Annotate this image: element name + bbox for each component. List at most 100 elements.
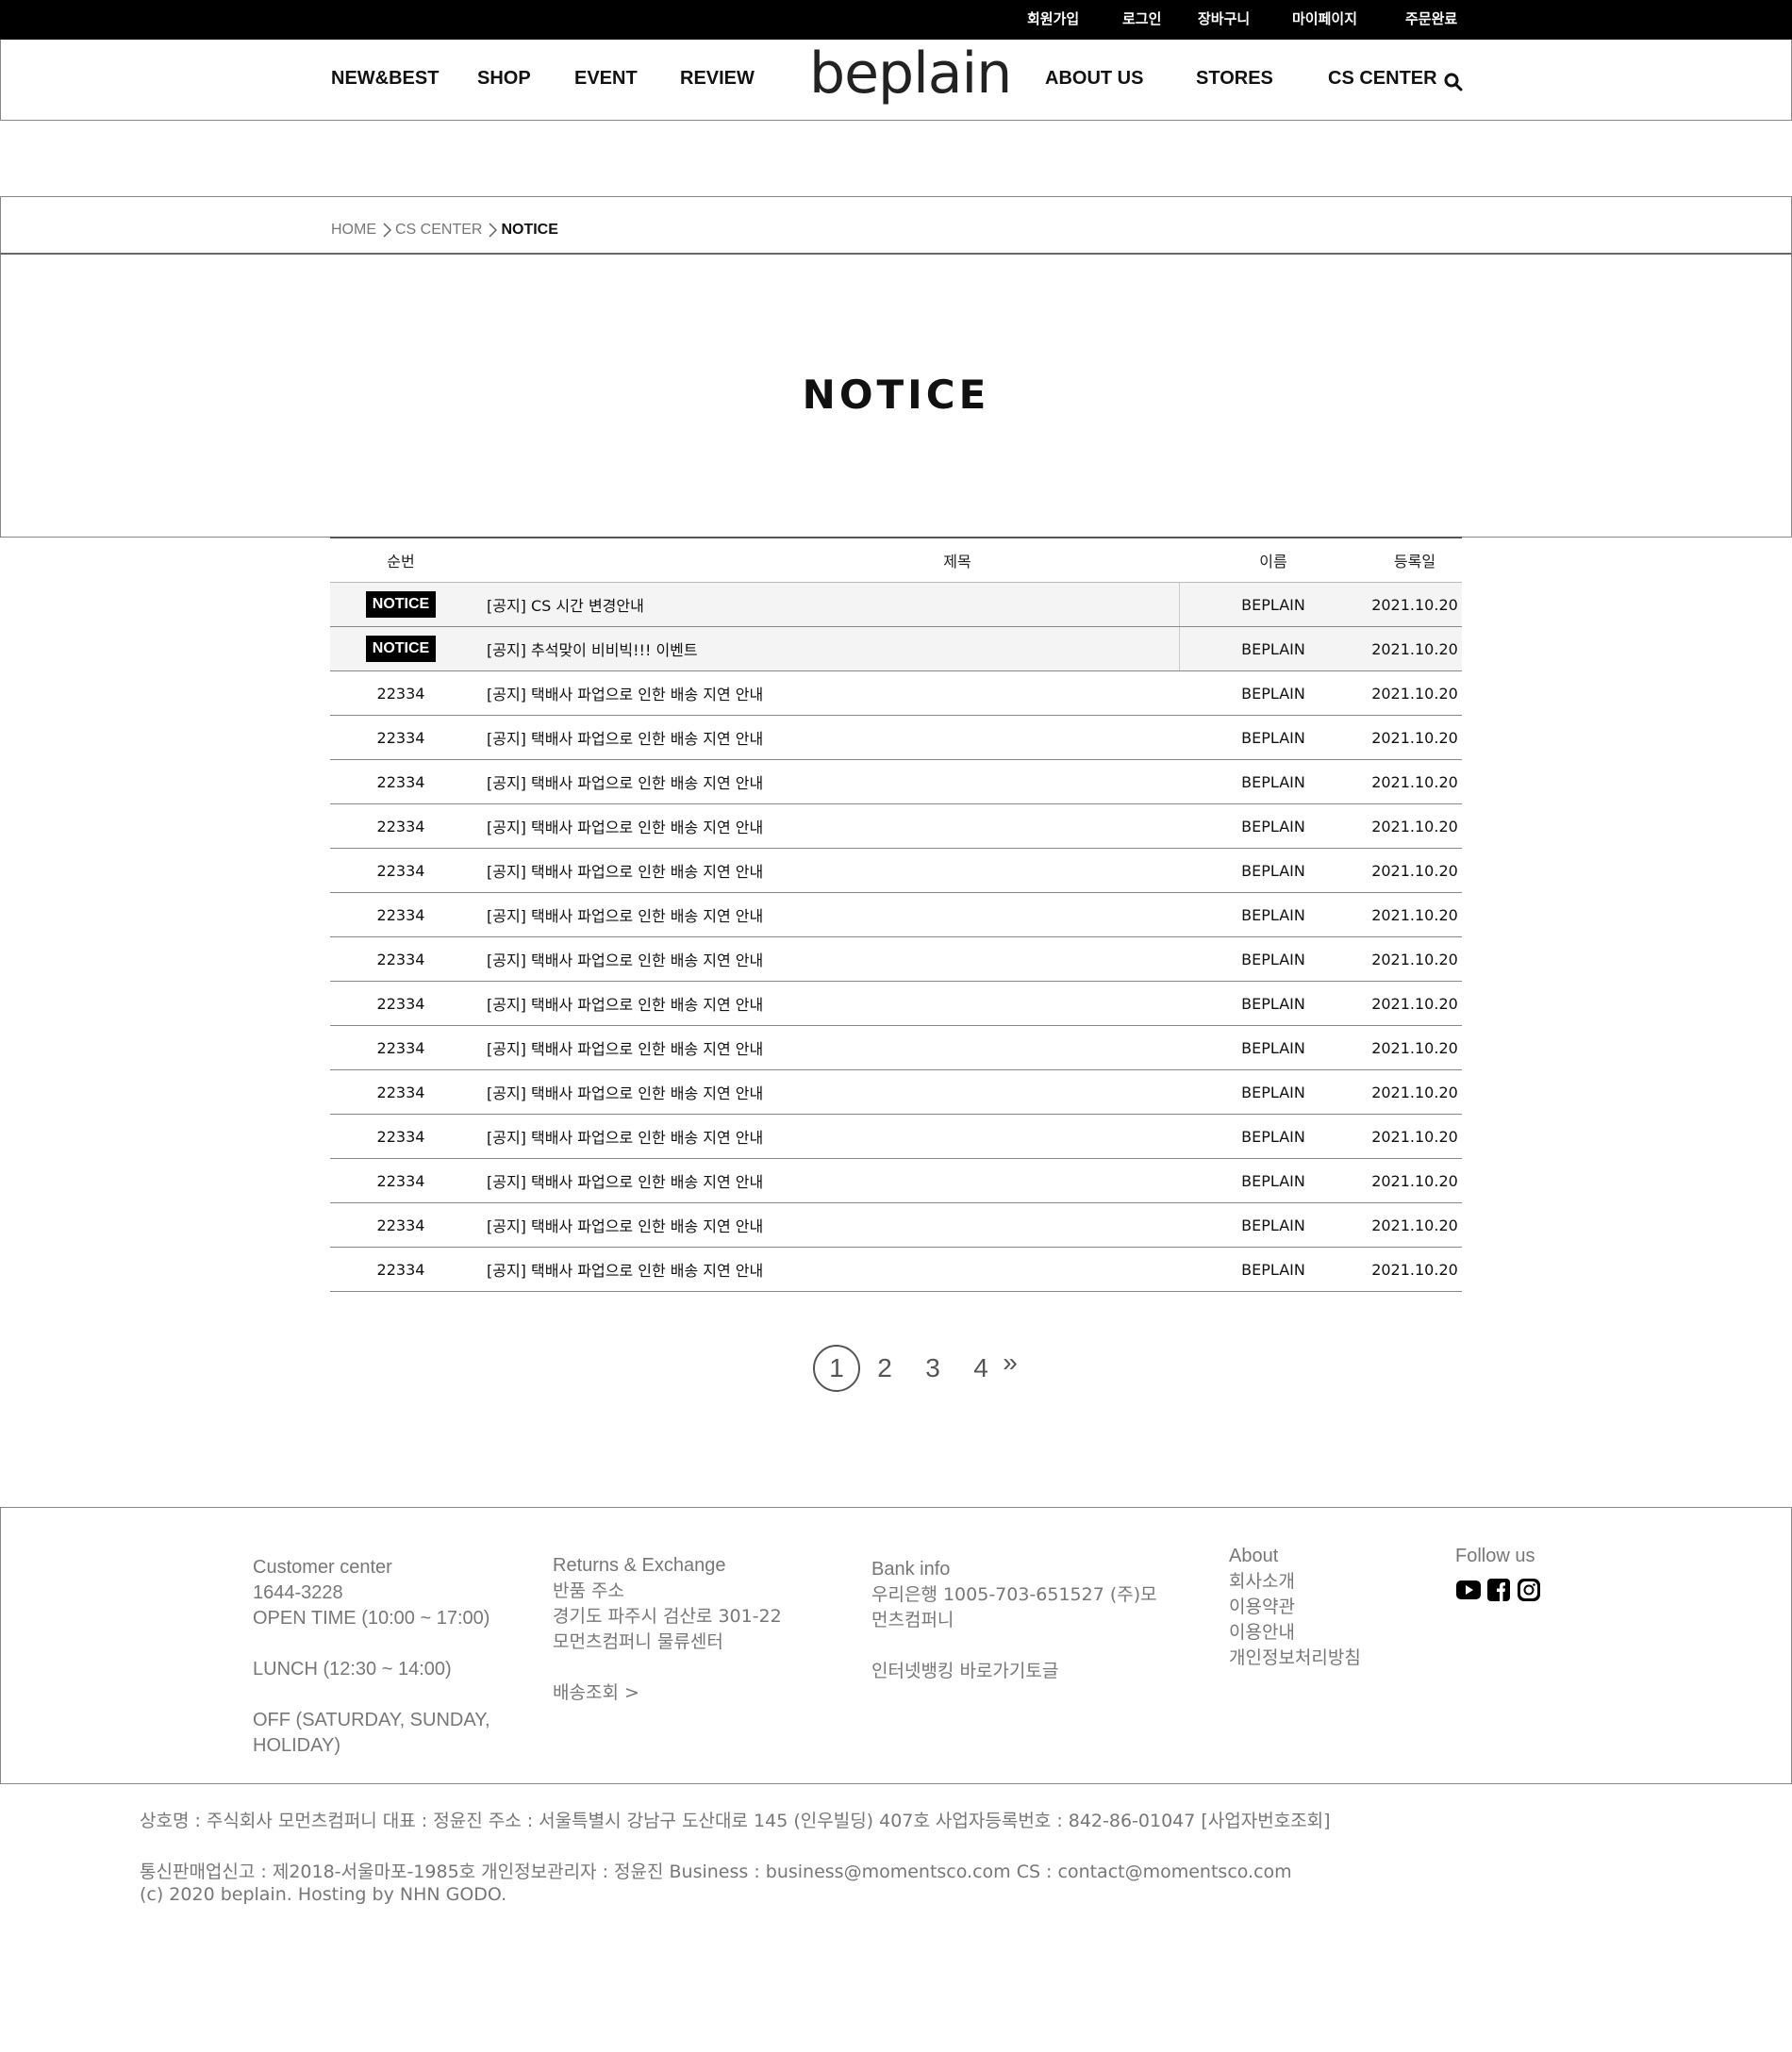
order-complete-link[interactable]: 주문완료 <box>1405 8 1457 28</box>
cell-title-link[interactable]: [공지] 추석맞이 비비빅!!! 이벤트 <box>487 627 1180 670</box>
cart-link[interactable]: 장바구니 <box>1198 8 1250 28</box>
table-row[interactable]: 22334 [공지] 택배사 파업으로 인한 배송 지연 안내 BEPLAIN 202… <box>330 937 1462 982</box>
table-row[interactable]: 22334 [공지] 택배사 파업으로 인한 배송 지연 안내 BEPLAIN 202… <box>330 982 1462 1026</box>
cell-title-link[interactable]: [공지] 택배사 파업으로 인한 배송 지연 안내 <box>487 760 763 803</box>
cell-number: 22334 <box>330 1159 472 1202</box>
internet-banking-link[interactable]: 인터넷뱅킹 바로가기토글 <box>871 1659 1157 1684</box>
off-days: OFF (SATURDAY, SUNDAY, <box>253 1710 490 1730</box>
row-number: 22334 <box>376 1216 425 1234</box>
company-registration-line: 통신판매업신고 : 제2018-서울마포-1985호 개인정보관리자 : 정윤진… <box>140 1862 1292 1882</box>
table-row[interactable]: 22334 [공지] 택배사 파업으로 인한 배송 지연 안내 BEPLAIN 202… <box>330 716 1462 760</box>
bank-account: 우리은행 1005-703-651527 (주)모 <box>871 1584 1157 1605</box>
about-company-link[interactable]: 회사소개 <box>1229 1569 1361 1595</box>
table-row[interactable]: NOTICE [공지] CS 시간 변경안내 BEPLAIN 2021.10.20 <box>330 583 1462 627</box>
cell-title-link[interactable]: [공지] 택배사 파업으로 인한 배송 지연 안내 <box>487 1115 763 1158</box>
cell-date: 2021.10.20 <box>1371 1260 1458 1279</box>
cell-title-link[interactable]: [공지] 택배사 파업으로 인한 배송 지연 안내 <box>487 937 763 981</box>
cell-number: 22334 <box>330 937 472 981</box>
chevron-right-icon <box>486 223 499 238</box>
table-row[interactable]: 22334 [공지] 택배사 파업으로 인한 배송 지연 안내 BEPLAIN 202… <box>330 1026 1462 1070</box>
table-row[interactable]: 22334 [공지] 택배사 파업으로 인한 배송 지연 안내 BEPLAIN 202… <box>330 1070 1462 1115</box>
row-number: 22334 <box>376 1171 425 1190</box>
breadcrumb-cs-center[interactable]: CS CENTER <box>395 222 482 239</box>
delivery-tracking-link[interactable]: 배송조회 > <box>553 1680 782 1706</box>
table-row[interactable]: 22334 [공지] 택배사 파업으로 인한 배송 지연 안내 BEPLAIN 202… <box>330 804 1462 849</box>
table-row[interactable]: 22334 [공지] 택배사 파업으로 인한 배송 지연 안내 BEPLAIN 202… <box>330 760 1462 804</box>
login-link[interactable]: 로그인 <box>1122 8 1161 28</box>
cell-date: 2021.10.20 <box>1371 861 1458 880</box>
cell-date: 2021.10.20 <box>1371 950 1458 968</box>
table-row[interactable]: 22334 [공지] 택배사 파업으로 인한 배송 지연 안내 BEPLAIN 202… <box>330 849 1462 893</box>
bank-account-cont: 먼츠컴퍼니 <box>871 1610 954 1630</box>
breadcrumb-home[interactable]: HOME <box>331 222 376 239</box>
cell-title-link[interactable]: [공지] 택배사 파업으로 인한 배송 지연 안내 <box>487 982 763 1025</box>
nav-cs-center[interactable]: CS CENTER <box>1328 68 1437 90</box>
facebook-icon[interactable] <box>1485 1577 1512 1603</box>
row-number: 22334 <box>376 817 425 836</box>
cell-date: 2021.10.20 <box>1371 595 1458 614</box>
cell-title-link[interactable]: [공지] 택배사 파업으로 인한 배송 지연 안내 <box>487 671 763 715</box>
notice-badge: NOTICE <box>365 591 437 618</box>
brand-logo[interactable]: beplain <box>809 45 1012 102</box>
cell-number: 22334 <box>330 1248 472 1291</box>
page-3-button[interactable]: 3 <box>909 1345 956 1392</box>
row-number: 22334 <box>376 772 425 791</box>
table-row[interactable]: 22334 [공지] 택배사 파업으로 인한 배송 지연 안내 BEPLAIN 202… <box>330 893 1462 937</box>
page-title: NOTICE <box>802 372 990 418</box>
follow-title: Follow us <box>1455 1546 1535 1566</box>
cell-number: NOTICE <box>330 583 472 626</box>
page-1-button[interactable]: 1 <box>813 1345 860 1392</box>
cell-title-link[interactable]: [공지] 택배사 파업으로 인한 배송 지연 안내 <box>487 893 763 936</box>
guide-link[interactable]: 이용안내 <box>1229 1620 1361 1646</box>
cell-title-link[interactable]: [공지] 택배사 파업으로 인한 배송 지연 안내 <box>487 1203 763 1247</box>
nav-shop[interactable]: SHOP <box>477 68 531 90</box>
table-row[interactable]: 22334 [공지] 택배사 파업으로 인한 배송 지연 안내 BEPLAIN 202… <box>330 1115 1462 1159</box>
company-info-line: 상호명 : 주식회사 모먼츠컴퍼니 대표 : 정윤진 주소 : 서울특별시 강남… <box>140 1811 1331 1831</box>
notice-table: 순번 제목 이름 등록일 NOTICE [공지] CS 시간 변경안내 BEPLAI… <box>330 537 1462 1292</box>
table-row[interactable]: 22334 [공지] 택배사 파업으로 인한 배송 지연 안내 BEPLAIN 202… <box>330 1203 1462 1248</box>
bank-title: Bank info <box>871 1559 951 1580</box>
cell-title-link[interactable]: [공지] 택배사 파업으로 인한 배송 지연 안내 <box>487 849 763 892</box>
cell-title-link[interactable]: [공지] 택배사 파업으로 인한 배송 지연 안내 <box>487 1248 763 1291</box>
returns-address-label: 반품 주소 <box>553 1580 624 1601</box>
breadcrumb-band: HOME CS CENTER NOTICE <box>0 196 1792 255</box>
next-page-icon[interactable]: » <box>987 1339 1034 1386</box>
returns-address-1: 경기도 파주시 검산로 301-22 <box>553 1606 782 1627</box>
nav-stores[interactable]: STORES <box>1196 68 1273 90</box>
footer-bank: Bank info 우리은행 1005-703-651527 (주)모 먼츠컴퍼… <box>871 1557 1157 1684</box>
table-row[interactable]: 22334 [공지] 택배사 파업으로 인한 배송 지연 안내 BEPLAIN 202… <box>330 1248 1462 1292</box>
cell-date: 2021.10.20 <box>1371 684 1458 703</box>
page-2-button[interactable]: 2 <box>861 1345 908 1392</box>
instagram-icon[interactable] <box>1516 1577 1542 1603</box>
mypage-link[interactable]: 마이페이지 <box>1292 8 1357 28</box>
search-icon[interactable] <box>1444 73 1463 91</box>
cell-title-link[interactable]: [공지] 택배사 파업으로 인한 배송 지연 안내 <box>487 1026 763 1069</box>
terms-link[interactable]: 이용약관 <box>1229 1595 1361 1620</box>
open-time: OPEN TIME (10:00 ~ 17:00) <box>253 1608 490 1629</box>
nav-new-best[interactable]: NEW&BEST <box>331 68 439 90</box>
cell-title-link[interactable]: [공지] 택배사 파업으로 인한 배송 지연 안내 <box>487 1159 763 1202</box>
privacy-policy-link[interactable]: 개인정보처리방침 <box>1229 1646 1361 1671</box>
nav-event[interactable]: EVENT <box>574 68 638 90</box>
cell-title-link[interactable]: [공지] CS 시간 변경안내 <box>487 583 1180 626</box>
footer-about: About 회사소개 이용약관 이용안내 개인정보처리방침 <box>1229 1544 1361 1671</box>
cell-date: 2021.10.20 <box>1371 639 1458 658</box>
breadcrumb: HOME CS CENTER NOTICE <box>331 222 558 239</box>
row-number: 22334 <box>376 728 425 747</box>
cell-title-link[interactable]: [공지] 택배사 파업으로 인한 배송 지연 안내 <box>487 804 763 848</box>
signup-link[interactable]: 회원가입 <box>1027 8 1079 28</box>
table-row[interactable]: NOTICE [공지] 추석맞이 비비빅!!! 이벤트 BEPLAIN 2021.10… <box>330 627 1462 671</box>
cell-title-link[interactable]: [공지] 택배사 파업으로 인한 배송 지연 안내 <box>487 716 763 759</box>
lunch-time: LUNCH (12:30 ~ 14:00) <box>253 1659 452 1680</box>
table-row[interactable]: 22334 [공지] 택배사 파업으로 인한 배송 지연 안내 BEPLAIN 202… <box>330 671 1462 716</box>
cell-number: 22334 <box>330 1115 472 1158</box>
table-row[interactable]: 22334 [공지] 택배사 파업으로 인한 배송 지연 안내 BEPLAIN 202… <box>330 1159 1462 1203</box>
chevron-right-icon <box>380 223 393 238</box>
youtube-icon[interactable] <box>1455 1577 1482 1603</box>
off-days-cont: HOLIDAY) <box>253 1735 340 1756</box>
nav-about-us[interactable]: ABOUT US <box>1045 68 1143 90</box>
cell-title-link[interactable]: [공지] 택배사 파업으로 인한 배송 지연 안내 <box>487 1070 763 1114</box>
nav-review[interactable]: REVIEW <box>680 68 755 90</box>
cell-date: 2021.10.20 <box>1371 728 1458 747</box>
cell-number: 22334 <box>330 849 472 892</box>
